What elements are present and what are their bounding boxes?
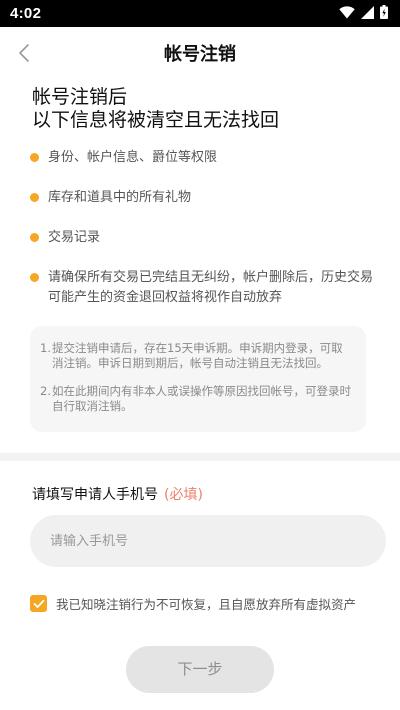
phone-input[interactable]: [30, 515, 386, 567]
info-item-text: 身份、帐户信息、爵位等权限: [48, 150, 218, 165]
headline-line-1: 帐号注销后: [32, 86, 128, 108]
status-time: 4:02: [10, 5, 42, 22]
list-item: 交易记录: [28, 228, 378, 248]
notice-text: 如在此期间内有非本人或误操作等原因找回帐号，可登录时自行取消注销。: [52, 384, 351, 413]
notice-number: 2.: [40, 384, 51, 398]
notice-item: 2. 如在此期间内有非本人或误操作等原因找回帐号，可登录时自行取消注销。: [40, 384, 352, 414]
status-icons: [339, 4, 388, 23]
headline-line-2: 以下信息将被清空且无法找回: [32, 109, 280, 131]
notice-text: 提交注销申请后，存在15天申诉期。申诉期内登录，可取消注销。申诉日期到期后，帐号…: [52, 341, 343, 370]
notice-number: 1.: [40, 341, 51, 355]
check-icon: [33, 594, 45, 613]
section-divider: [0, 453, 400, 461]
list-item: 请确保所有交易已完结且无纠纷，帐户删除后，历史交易可能产生的资金退回权益将视作自…: [28, 268, 378, 308]
info-item-text: 请确保所有交易已完结且无纠纷，帐户删除后，历史交易可能产生的资金退回权益将视作自…: [48, 270, 374, 305]
notice-item: 1. 提交注销申请后，存在15天申诉期。申诉期内登录，可取消注销。申诉日期到期后…: [40, 341, 352, 371]
bullet-dot-icon: [30, 233, 39, 242]
notice-box: 1. 提交注销申请后，存在15天申诉期。申诉期内登录，可取消注销。申诉日期到期后…: [30, 326, 366, 432]
required-mark: (必填): [164, 487, 203, 503]
agreement-text: 我已知晓注销行为不可恢复，且自愿放弃所有虚拟资产: [56, 597, 357, 612]
agreement-row: 我已知晓注销行为不可恢复，且自愿放弃所有虚拟资产: [30, 594, 356, 613]
headline: 帐号注销后 以下信息将被清空且无法找回: [32, 86, 372, 132]
bullet-dot-icon: [30, 273, 39, 282]
info-list: 身份、帐户信息、爵位等权限 库存和道具中的所有礼物 交易记录 请确保所有交易已完…: [28, 148, 378, 328]
nav-bar: 帐号注销: [0, 27, 400, 83]
info-item-text: 库存和道具中的所有礼物: [48, 190, 192, 205]
status-bar: 4:02: [0, 0, 400, 27]
phone-field-label: 请填写申请人手机号 (必填): [32, 484, 203, 504]
bullet-dot-icon: [30, 193, 39, 202]
page-title: 帐号注销: [164, 44, 236, 65]
list-item: 身份、帐户信息、爵位等权限: [28, 148, 378, 168]
list-item: 库存和道具中的所有礼物: [28, 188, 378, 208]
signal-icon: [361, 4, 374, 23]
agreement-checkbox[interactable]: [30, 595, 47, 612]
wifi-icon: [339, 4, 355, 23]
bullet-dot-icon: [30, 153, 39, 162]
battery-icon: [380, 4, 388, 23]
info-item-text: 交易记录: [48, 230, 101, 245]
phone-label-text: 请填写申请人手机号: [32, 487, 158, 503]
next-step-button[interactable]: 下一步: [126, 646, 274, 693]
